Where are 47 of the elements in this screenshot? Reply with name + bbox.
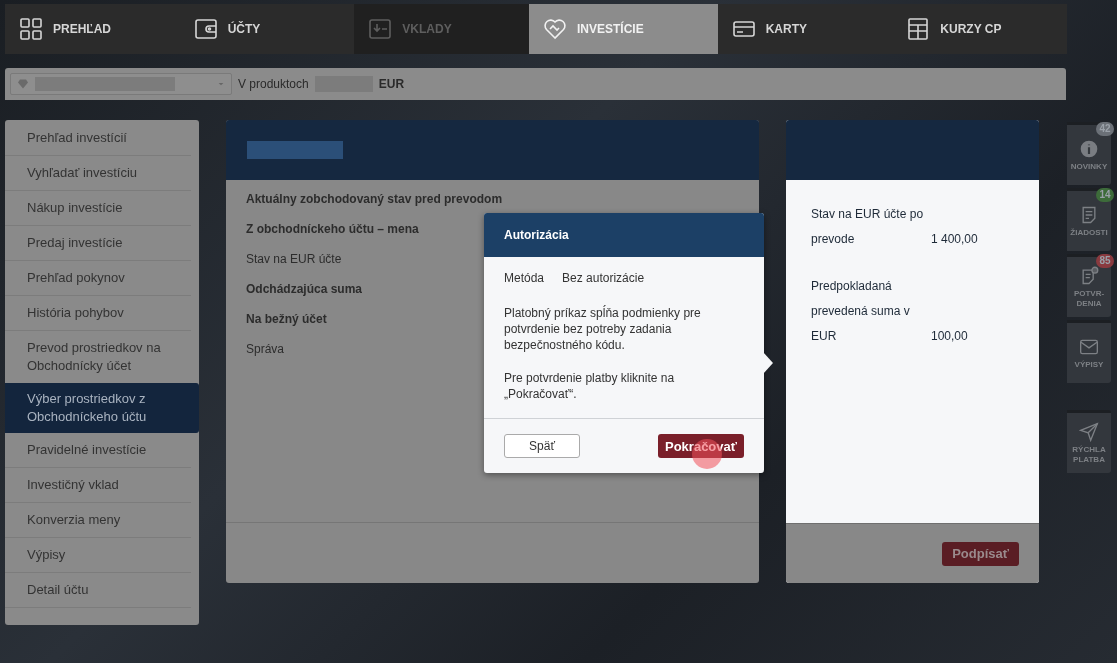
count-badge: 85	[1096, 254, 1114, 268]
wallet-icon	[193, 17, 218, 41]
section-heading: Z obchodníckeho účtu – mena	[246, 222, 419, 236]
sidebar-item[interactable]: Prehľad investícií	[5, 121, 191, 156]
method-label: Metóda	[504, 271, 545, 285]
diamond-icon	[17, 78, 29, 90]
dialog-instruction: Pre potvrdenie platby kliknite na „Pokračovať“.	[504, 370, 676, 402]
rail-button[interactable]: VÝPISY	[1067, 320, 1111, 383]
sidebar-item[interactable]: Pravidelné investície	[5, 433, 191, 468]
nav-tab[interactable]: INVESTÍCIE	[529, 4, 718, 54]
grid-icon	[19, 17, 43, 41]
section-heading: Odchádzajúca suma	[246, 282, 363, 296]
summary-value: 1 400,00	[931, 231, 979, 248]
products-label: V produktoch	[238, 77, 309, 91]
back-button[interactable]: Späť	[504, 434, 580, 458]
field-label: Stav na EUR účte	[246, 252, 342, 266]
sidebar-item[interactable]: Konverzia meny	[5, 503, 191, 538]
count-badge: 14	[1096, 188, 1114, 202]
section-heading: Aktuálny zobchodovaný stav pred prevodom	[246, 192, 503, 206]
rail-button[interactable]: ŽIADOSTI 14	[1067, 188, 1111, 251]
table-icon	[906, 17, 931, 41]
sign-button[interactable]: Podpísať	[942, 541, 1019, 566]
rail-button[interactable]: POTVR-DENIA 85	[1067, 254, 1111, 317]
summary-value: 100,00	[931, 328, 969, 345]
account-dropdown[interactable]	[10, 73, 232, 95]
info-icon	[1079, 138, 1099, 159]
continue-button[interactable]: Pokračovať	[658, 434, 744, 458]
sidebar-item[interactable]: História pohybov	[5, 296, 191, 331]
sidebar-item[interactable]: Predaj investície	[5, 226, 191, 261]
sidebar-item[interactable]: Výber prostriedkov z Obchodníckeho účtu	[5, 383, 199, 433]
section-heading: Na bežný účet	[246, 312, 327, 326]
sidebar-item[interactable]: Prehľad pokynov	[5, 261, 191, 296]
method-value: Bez autorizácie	[562, 271, 645, 285]
currency-label: EUR	[378, 77, 405, 91]
caret-icon	[217, 80, 225, 88]
sidebar-item[interactable]: Vyhľadať investíciu	[5, 156, 191, 191]
rail-button[interactable]: RÝCHLA PLATBA	[1067, 410, 1111, 473]
sidebar-item[interactable]: Nákup investície	[5, 191, 191, 226]
sidebar-item[interactable]: Výpisy	[5, 538, 191, 573]
dialog-message: Platobný príkaz spĺňa podmienky pre potvrdenie bez potreby zadania bezpečnostného kódu.	[504, 305, 702, 353]
sidebar-item[interactable]: Detail účtu	[5, 573, 191, 608]
paper-plane-icon	[1079, 421, 1099, 442]
dialog-title: Autorizácia	[484, 213, 764, 257]
summary-label: Stav na EUR účte po prevode	[811, 206, 925, 248]
summary-label: Predpokladaná prevedená suma v EUR	[811, 278, 911, 345]
sidebar-item[interactable]: Investičný vklad	[5, 468, 191, 503]
field-label: Správa	[246, 342, 285, 356]
